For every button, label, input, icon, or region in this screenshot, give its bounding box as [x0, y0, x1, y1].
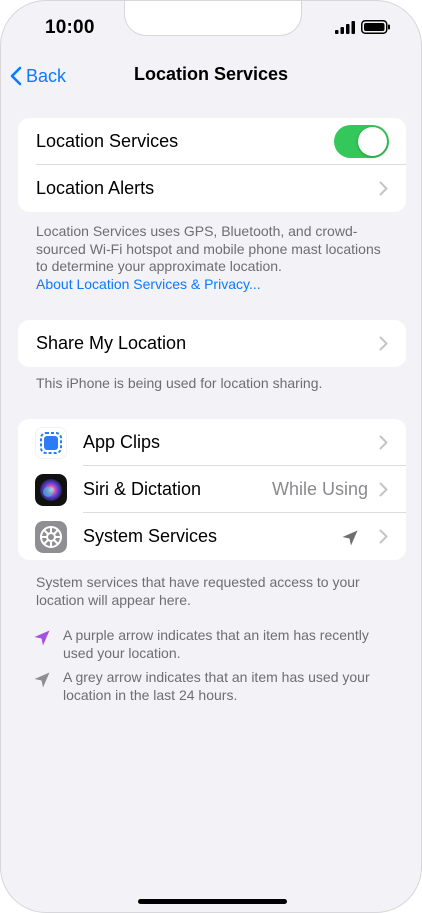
toggle-knob: [358, 127, 387, 156]
siri-permission-value: While Using: [271, 479, 368, 499]
settings-gear-icon: [35, 521, 67, 553]
grey-arrow-legend: A grey arrow indicates that an item has …: [33, 669, 393, 704]
siri-dictation-row[interactable]: Siri & Dictation While Using: [18, 466, 406, 513]
location-alerts-row[interactable]: Location Alerts: [18, 165, 406, 212]
siri-icon: [35, 474, 67, 506]
chevron-right-icon: [379, 482, 388, 497]
system-services-note: System services that have requested acce…: [36, 574, 360, 608]
purple-location-arrow-icon: [34, 630, 50, 646]
navigation-bar: Back Location Services: [1, 63, 421, 89]
location-services-row: Location Services: [18, 118, 406, 165]
siri-dictation-label: Siri & Dictation: [83, 479, 202, 499]
sharing-note: This iPhone is being used for location s…: [36, 375, 323, 391]
app-clips-icon: [35, 427, 67, 459]
battery-icon: [361, 20, 390, 34]
chevron-right-icon: [379, 529, 388, 544]
grey-location-arrow-icon: [34, 672, 50, 688]
location-settings-group: Location Services Location Alerts: [18, 118, 406, 212]
signal-icon: [335, 20, 355, 34]
chevron-right-icon: [379, 181, 388, 196]
page-title: Location Services: [133, 64, 289, 84]
home-indicator[interactable]: [138, 899, 287, 904]
location-services-label: Location Services: [36, 131, 179, 151]
status-icons: [335, 20, 391, 34]
chevron-right-icon: [379, 435, 388, 450]
location-arrow-icon: [342, 530, 358, 546]
description-text: Location Services uses GPS, Bluetooth, a…: [36, 223, 381, 274]
system-services-label: System Services: [83, 526, 218, 546]
notch: [124, 1, 302, 36]
location-services-toggle[interactable]: [334, 125, 389, 158]
app-clips-row[interactable]: App Clips: [18, 419, 406, 466]
location-services-description: Location Services uses GPS, Bluetooth, a…: [36, 223, 386, 293]
purple-arrow-text: A purple arrow indicates that an item ha…: [63, 627, 369, 661]
purple-arrow-legend: A purple arrow indicates that an item ha…: [33, 627, 393, 662]
about-privacy-link[interactable]: About Location Services & Privacy...: [36, 276, 386, 294]
location-alerts-label: Location Alerts: [36, 178, 155, 198]
app-clips-label: App Clips: [83, 432, 161, 452]
phone-screen: 10:00 Back Location Services Location Se…: [0, 0, 422, 913]
system-services-row[interactable]: System Services: [18, 513, 406, 560]
chevron-right-icon: [379, 336, 388, 351]
share-my-location-row[interactable]: Share My Location: [18, 320, 406, 367]
share-location-group: Share My Location: [18, 320, 406, 367]
apps-group: App Clips Siri & Dictation While Using S…: [18, 419, 406, 560]
share-my-location-label: Share My Location: [36, 333, 187, 353]
grey-arrow-text: A grey arrow indicates that an item has …: [63, 669, 370, 703]
status-time: 10:00: [45, 17, 95, 38]
